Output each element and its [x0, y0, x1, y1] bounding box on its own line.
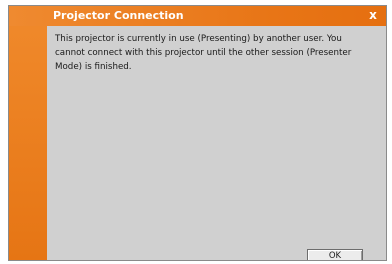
dialog-title: Projector Connection: [53, 9, 184, 22]
left-accent-bar: [9, 6, 47, 260]
dialog-titlebar[interactable]: Projector Connection x: [9, 6, 386, 26]
close-icon[interactable]: x: [366, 7, 380, 23]
projector-connection-dialog: Projector Connection x This projector is…: [8, 5, 387, 261]
dialog-message: This projector is currently in use (Pres…: [55, 34, 352, 72]
dialog-content: This projector is currently in use (Pres…: [47, 26, 386, 260]
ok-button[interactable]: OK: [307, 249, 363, 260]
